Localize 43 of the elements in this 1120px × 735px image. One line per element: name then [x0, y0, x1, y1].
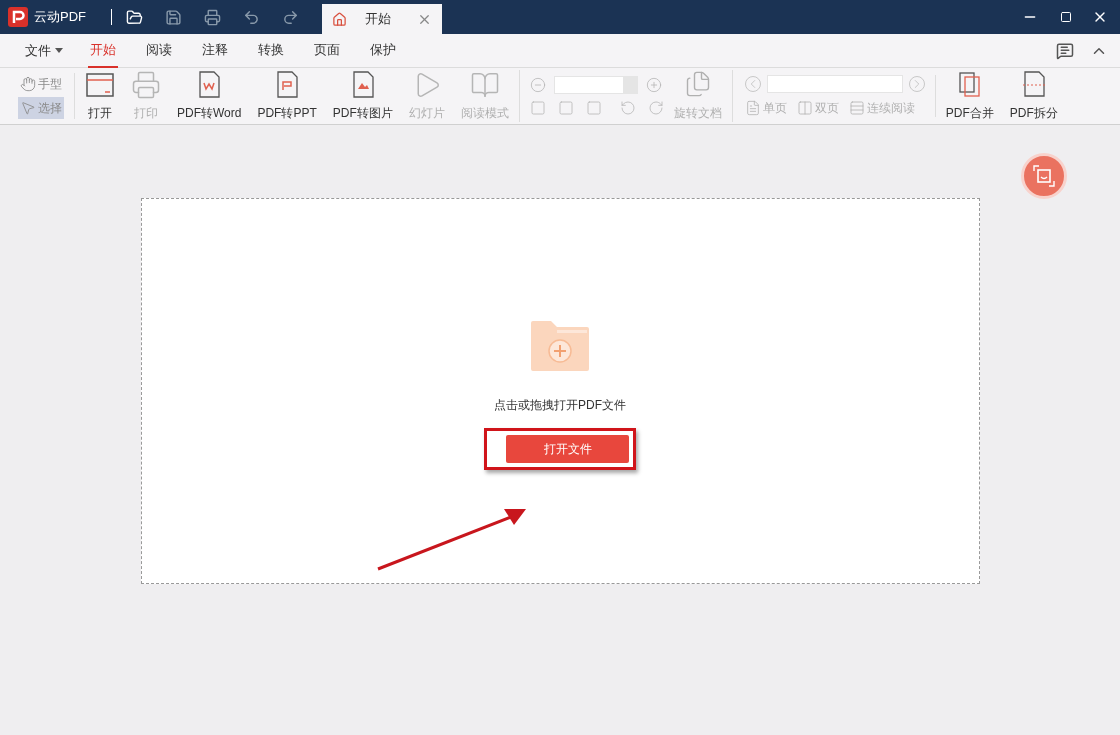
comment-icon[interactable] [1056, 41, 1074, 60]
maximize-icon[interactable] [1060, 11, 1072, 23]
toolbar-button[interactable]: 打开 [81, 70, 119, 122]
zoom-in-icon[interactable] [645, 77, 662, 93]
ribbon-tab[interactable]: 阅读 [144, 33, 174, 68]
smile-frame-icon [1033, 165, 1055, 187]
toolbar-button[interactable]: PDF转PPT [253, 70, 321, 122]
toolbar-button[interactable]: PDF转图片 [328, 70, 397, 122]
page-number-field[interactable] [766, 75, 903, 93]
home-icon [332, 11, 347, 27]
floating-action-button[interactable] [1021, 153, 1067, 199]
hand-icon [20, 76, 36, 92]
app-logo-icon [8, 7, 28, 27]
toolbar-button[interactable]: PDF转Word [173, 70, 246, 122]
ribbon-tab[interactable]: 注释 [200, 33, 230, 68]
zoom-out-icon[interactable] [529, 77, 546, 93]
document-tab[interactable]: 开始 [322, 4, 442, 34]
toolbar-button[interactable]: PDF拆分 [1005, 70, 1062, 122]
toolbar-button[interactable]: PDF合并 [941, 70, 998, 122]
rows-icon [848, 100, 865, 116]
folder-icon [85, 70, 115, 100]
rotate-right-icon[interactable] [647, 100, 664, 116]
rotate-left-icon[interactable] [619, 100, 636, 116]
book-icon [469, 70, 500, 100]
ribbon-tab[interactable]: 保护 [368, 33, 398, 68]
folder-plus-icon [529, 319, 591, 373]
caret-icon [55, 48, 63, 53]
undo-icon[interactable] [243, 8, 260, 26]
page-icon [744, 100, 761, 116]
save-icon[interactable] [165, 8, 182, 26]
open-file-button[interactable]: 打开文件 [506, 435, 629, 463]
printer-icon [131, 70, 161, 100]
print-icon[interactable] [204, 8, 221, 26]
app-name: 云动PDF [34, 8, 86, 27]
ribbon-tab[interactable]: 页面 [312, 33, 342, 68]
redo-icon[interactable] [282, 8, 299, 26]
drop-zone[interactable]: 点击或拖拽打开PDF文件 打开文件 [140, 198, 980, 584]
open-folder-icon[interactable] [126, 8, 143, 26]
drop-hint: 点击或拖拽打开PDF文件 [494, 397, 626, 414]
two-columns-icon [796, 100, 813, 116]
file-menu[interactable]: 文件 [25, 40, 63, 61]
ribbon-tab[interactable]: 转换 [256, 33, 286, 68]
pointer-icon [20, 100, 36, 116]
